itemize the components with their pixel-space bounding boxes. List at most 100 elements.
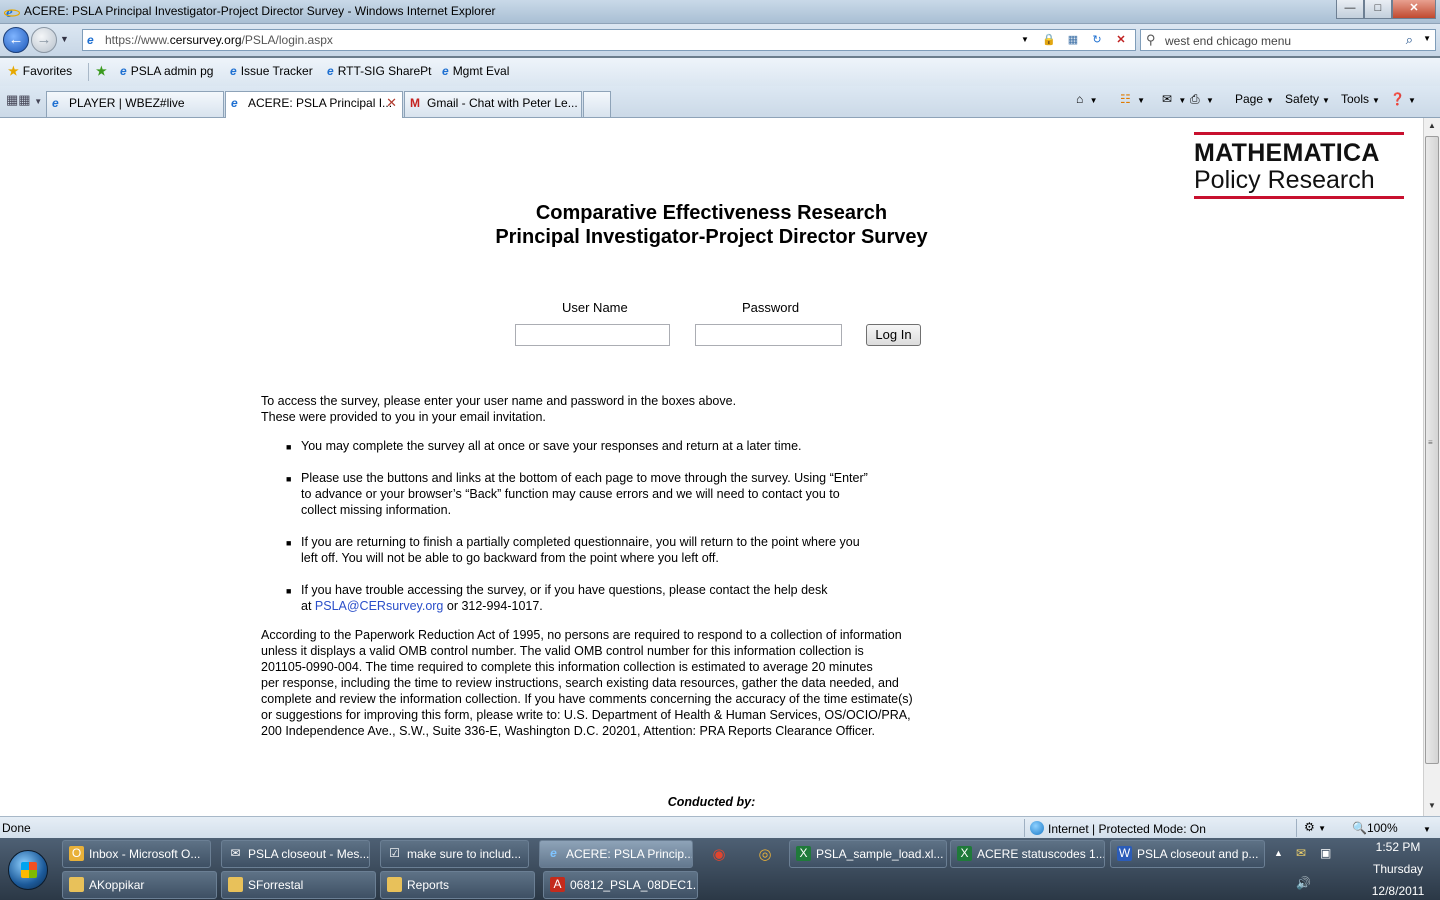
page-menu-label: Page <box>1235 92 1264 106</box>
show-hidden-icons[interactable]: ▲ <box>1274 848 1283 858</box>
stop-icon[interactable]: ✕ <box>1111 32 1131 48</box>
scroll-down-icon[interactable]: ▼ <box>1424 798 1440 814</box>
taskbar-pdf-document[interactable]: A 06812_PSLA_08DEC1... <box>543 871 698 899</box>
taskbar-folder-sforrestal[interactable]: SForrestal <box>221 871 376 899</box>
safety-menu[interactable]: Safety ▼ <box>1285 92 1330 106</box>
tab-bar: ▦▦ ▼ e PLAYER | WBEZ#live e ACERE: PSLA … <box>0 86 1440 118</box>
add-to-favorites-icon[interactable]: ★ <box>96 64 111 78</box>
help-line: If you have trouble accessing the survey… <box>301 583 828 597</box>
address-url[interactable]: https://www.cersurvey.org/PSLA/login.asp… <box>105 33 333 47</box>
tab-label: Gmail - Chat with Peter Le... <box>427 96 578 110</box>
bullet-item: Please use the buttons and links at the … <box>301 470 921 518</box>
print-icon[interactable]: ⎙ ▼ <box>1190 92 1214 107</box>
search-options-dropdown-icon[interactable]: ▼ <box>1423 34 1431 43</box>
compatibility-view-icon[interactable]: ▦ <box>1063 32 1083 48</box>
logo-bottom-rule <box>1194 196 1404 199</box>
clock-time[interactable]: 1:52 PM <box>1358 840 1438 854</box>
scroll-thumb[interactable] <box>1425 136 1439 764</box>
volume-icon[interactable]: 🔊 <box>1296 876 1311 890</box>
taskbar-outlook-inbox[interactable]: O Inbox - Microsoft O... <box>62 840 211 868</box>
taskbar-folder-reports[interactable]: Reports <box>380 871 535 899</box>
status-text: Done <box>2 821 31 835</box>
login-button[interactable]: Log In <box>866 324 921 346</box>
favorite-link-psla-admin[interactable]: e PSLA admin pg <box>120 64 213 78</box>
quick-tabs-icon[interactable]: ▦▦ ▼ <box>6 92 44 112</box>
page-title: Comparative Effectiveness Research Princ… <box>0 201 1423 249</box>
taskbar-psla-sample-excel[interactable]: X PSLA_sample_load.xl... <box>789 840 947 868</box>
tools-menu[interactable]: Tools ▼ <box>1341 92 1380 106</box>
help-icon[interactable]: ❓ ▼ <box>1390 92 1416 106</box>
bullet-item: You may complete the survey all at once … <box>301 438 921 454</box>
bullet-icon: ■ <box>286 474 292 484</box>
taskbar-psla-closeout-word[interactable]: W PSLA closeout and p... <box>1110 840 1265 868</box>
favorites-separator <box>88 63 89 81</box>
ie-icon: e <box>52 96 59 110</box>
favorites-bar: ★ Favorites ★ e PSLA admin pg e Issue Track… <box>0 58 1440 86</box>
back-button[interactable]: ← <box>3 27 29 53</box>
search-icon[interactable]: ⌕ <box>1406 32 1413 48</box>
tab-wbez[interactable]: e PLAYER | WBEZ#live <box>46 91 224 117</box>
address-dropdown-icon[interactable]: ▼ <box>1015 32 1035 48</box>
favorite-link-issue-tracker[interactable]: e Issue Tracker <box>230 64 313 78</box>
taskbar-acere-ie[interactable]: e ACERE: PSLA Princip... <box>539 840 693 868</box>
new-tab-button[interactable] <box>583 91 611 117</box>
forward-button[interactable]: → <box>31 27 57 53</box>
network-icon[interactable]: ▣ <box>1320 846 1331 860</box>
search-provider-icon: ⚲ <box>1146 32 1156 47</box>
page-menu[interactable]: Page ▼ <box>1235 92 1274 106</box>
feeds-icon[interactable]: ☷ ▼ <box>1120 92 1145 106</box>
refresh-icon[interactable]: ↻ <box>1087 32 1107 48</box>
security-zone[interactable]: Internet | Protected Mode: On <box>1030 821 1206 836</box>
home-icon[interactable]: ⌂ ▼ <box>1076 92 1098 106</box>
zoom-dropdown-icon[interactable]: ▼ <box>1423 825 1431 834</box>
address-bar[interactable]: e https://www.cersurvey.org/PSLA/login.a… <box>82 29 1136 51</box>
taskbar-acere-statuscodes[interactable]: X ACERE statuscodes 1... <box>950 840 1105 868</box>
paperwork-line: unless it displays a valid OMB control n… <box>261 644 864 658</box>
bullet-line: You may complete the survey all at once … <box>301 439 802 453</box>
ie-icon: e <box>231 96 238 110</box>
tab-acere[interactable]: e ACERE: PSLA Principal I... ✕ <box>225 91 403 118</box>
password-input[interactable] <box>695 324 842 346</box>
maximize-button[interactable]: □ <box>1364 0 1392 19</box>
scroll-up-icon[interactable]: ▲ <box>1424 118 1440 134</box>
paperwork-line: 200 Independence Ave., S.W., Suite 336-E… <box>261 724 876 738</box>
help-at: at <box>301 599 315 613</box>
favorite-link-rtt-sig[interactable]: e RTT-SIG SharePt <box>327 64 432 78</box>
username-input[interactable] <box>515 324 670 346</box>
ie-icon: e <box>442 64 449 78</box>
favorites-button[interactable]: ★ Favorites <box>8 64 72 78</box>
taskbar-psla-closeout-message[interactable]: ✉ PSLA closeout - Mes... <box>221 840 370 868</box>
clock-date[interactable]: 12/8/2011 <box>1358 884 1438 898</box>
pinned-app-icon[interactable]: ◉ <box>702 843 736 867</box>
mail-notification-icon[interactable]: ✉ <box>1296 846 1306 860</box>
protected-mode-icon[interactable]: ⚙ ▼ <box>1304 820 1326 834</box>
minimize-button[interactable]: — <box>1336 0 1364 19</box>
vertical-scrollbar[interactable]: ▲ ≡ ▼ <box>1423 118 1440 816</box>
favorite-label: RTT-SIG SharePt <box>337 64 432 78</box>
paperwork-line: complete and review the information coll… <box>261 692 913 706</box>
zoom-control[interactable]: 🔍100% ▼ <box>1352 821 1431 835</box>
message-icon: ✉ <box>230 846 241 860</box>
chrome-icon[interactable]: ◎ <box>748 843 782 867</box>
security-zone-label: Internet | Protected Mode: On <box>1048 822 1206 836</box>
clock-day[interactable]: Thursday <box>1358 862 1438 876</box>
tab-label: ACERE: PSLA Principal I... <box>248 96 393 110</box>
close-tab-icon[interactable]: ✕ <box>386 95 397 111</box>
favorites-label: Favorites <box>22 64 73 78</box>
mail-icon[interactable]: ✉ ▼ <box>1162 92 1186 106</box>
search-input[interactable]: west end chicago menu <box>1165 34 1291 48</box>
recent-pages-dropdown-icon[interactable]: ▼ <box>60 34 69 44</box>
taskbar-make-sure[interactable]: ☑ make sure to includ... <box>380 840 529 868</box>
taskbar-folder-akoppikar[interactable]: AKoppikar <box>62 871 217 899</box>
search-box[interactable]: ⚲ west end chicago menu ⌕ ▼ <box>1140 29 1436 51</box>
lock-icon[interactable]: 🔒 <box>1039 32 1059 48</box>
folder-icon <box>387 877 402 892</box>
title-line-2: Principal Investigator-Project Director … <box>495 226 928 248</box>
close-button[interactable]: ✕ <box>1392 0 1436 19</box>
start-button[interactable] <box>8 850 48 890</box>
tab-gmail[interactable]: M Gmail - Chat with Peter Le... <box>404 91 582 117</box>
navigation-bar: ← → ▼ e https://www.cersurvey.org/PSLA/l… <box>0 24 1440 56</box>
bullet-icon: ■ <box>286 442 292 452</box>
favorite-link-mgmt-eval[interactable]: e Mgmt Eval <box>442 64 509 78</box>
help-email-link[interactable]: PSLA@CERsurvey.org <box>315 599 443 613</box>
